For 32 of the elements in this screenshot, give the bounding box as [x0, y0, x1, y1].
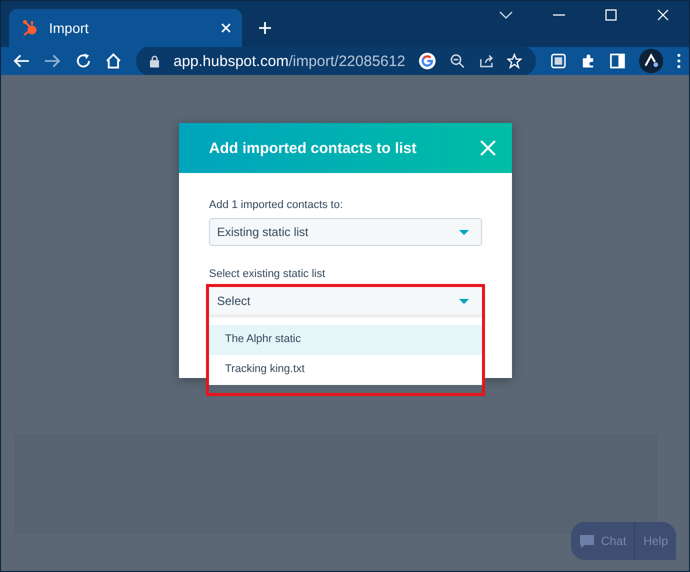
home-icon[interactable] [105, 52, 122, 70]
caret-icon [459, 298, 469, 304]
caret-icon [459, 230, 469, 234]
browser-tab[interactable]: Import [9, 9, 242, 47]
speech-bubble-icon [578, 534, 595, 548]
field-label: Select existing static list [209, 268, 326, 280]
side-panel-icon[interactable] [610, 53, 625, 69]
avatar-icon[interactable] [638, 48, 664, 74]
url-text: app.hubspot.com/import/22085612 [173, 52, 406, 70]
more-icon[interactable] [677, 53, 681, 69]
new-tab-icon[interactable] [258, 21, 272, 35]
address-bar[interactable]: app.hubspot.com/import/22085612 [136, 46, 536, 76]
google-icon[interactable] [419, 52, 436, 70]
close-icon[interactable] [657, 9, 669, 21]
reload-icon[interactable] [74, 52, 92, 70]
maximize-icon[interactable] [605, 9, 617, 21]
dropdown-option[interactable]: Tracking king.txt [209, 355, 482, 385]
dropdown-option[interactable]: The Alphr static [209, 325, 482, 355]
share-icon[interactable] [478, 53, 494, 69]
lock-icon [150, 54, 160, 68]
zoom-out-icon[interactable] [450, 53, 465, 69]
dialog-title: Add imported contacts to list [209, 140, 417, 156]
field-label: Add 1 imported contacts to: [209, 199, 344, 211]
forward-icon[interactable] [44, 53, 61, 69]
star-icon[interactable] [507, 53, 522, 69]
close-icon[interactable] [220, 22, 232, 34]
sprocket-icon [21, 19, 39, 37]
screenshot-icon[interactable] [550, 52, 568, 70]
select-field[interactable]: Existing static list [209, 218, 482, 246]
select-field[interactable]: Select [209, 287, 482, 315]
back-icon[interactable] [13, 53, 30, 69]
chevron-down-icon[interactable] [499, 10, 513, 20]
